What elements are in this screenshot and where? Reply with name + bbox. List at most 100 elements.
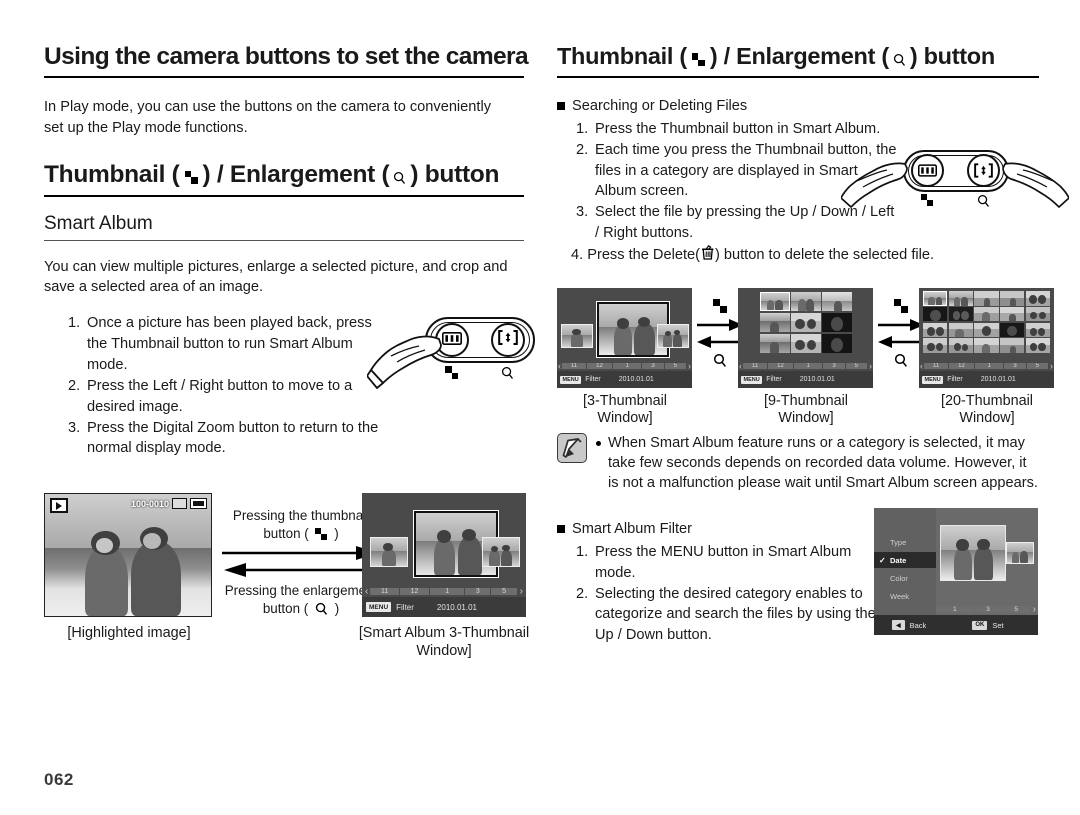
- thumbnail-cell[interactable]: [1025, 291, 1050, 306]
- thumbnail-grid-9[interactable]: [760, 292, 852, 354]
- thumbnail-cell[interactable]: [1025, 322, 1050, 338]
- list-item: 2. Selecting the desired category enable…: [576, 584, 876, 647]
- thumbnail-cell[interactable]: [974, 322, 999, 338]
- smart-album-description: You can view multiple pictures, enlarge …: [44, 259, 508, 296]
- camera-button-diagram-left: [367, 311, 539, 406]
- thumbnail-cell[interactable]: [822, 292, 852, 312]
- month-filter-bar[interactable]: ‹ 11 12 1 3 5 ›: [738, 361, 873, 371]
- filter-menu-item-type[interactable]: Type: [874, 534, 936, 550]
- menu-chip[interactable]: MENU: [560, 375, 582, 384]
- month-cell[interactable]: 5: [845, 363, 867, 370]
- thumbnail-cell[interactable]: [948, 322, 974, 338]
- next-arrow-icon[interactable]: ›: [868, 361, 873, 371]
- menu-chip[interactable]: MENU: [366, 602, 392, 613]
- month-cell[interactable]: 11: [370, 588, 399, 596]
- thumbnail-cell[interactable]: [822, 333, 852, 354]
- thumbnail-cell[interactable]: [760, 312, 790, 333]
- tele-zoom-glyph: [498, 330, 518, 350]
- filter-label: Filter: [766, 376, 782, 384]
- heading-text: Searching or Deleting Files: [572, 98, 748, 115]
- page-number: 062: [44, 770, 74, 789]
- thumbnail-cell[interactable]: [974, 291, 999, 306]
- arrow-label-top-line2: button ( ): [220, 525, 382, 542]
- thumbnail-cell[interactable]: [948, 291, 974, 306]
- thumbnail-next[interactable]: [1006, 542, 1034, 565]
- month-cell[interactable]: 1: [974, 363, 1004, 370]
- thumbnail-cell[interactable]: [923, 322, 948, 338]
- filter-menu-item-color[interactable]: Color: [874, 570, 936, 586]
- ok-chip: OK: [972, 620, 988, 630]
- month-cell[interactable]: 3: [974, 606, 1002, 614]
- set-softkey[interactable]: OK Set: [972, 620, 1004, 630]
- month-cell[interactable]: 11: [562, 363, 587, 370]
- page-title-left: Using the camera buttons to set the came…: [44, 43, 529, 79]
- thumbnail-cell[interactable]: [760, 333, 790, 354]
- next-arrow-icon[interactable]: ›: [687, 361, 692, 371]
- right-title-part-1: Thumbnail (: [557, 43, 687, 69]
- step-text: Press the Thumbnail button in Smart Albu…: [595, 120, 881, 137]
- step-number: 3.: [68, 419, 81, 436]
- month-cell[interactable]: 3: [823, 363, 845, 370]
- month-cell[interactable]: 3: [1004, 363, 1026, 370]
- thumbnail-cell[interactable]: [974, 306, 999, 322]
- month-cell[interactable]: 1: [430, 588, 465, 596]
- month-cell[interactable]: 5: [491, 588, 517, 596]
- menu-chip[interactable]: MENU: [922, 375, 944, 384]
- month-filter-bar[interactable]: 1 3 5 ›: [936, 604, 1038, 615]
- next-arrow-icon[interactable]: ›: [1031, 604, 1038, 615]
- back-softkey[interactable]: ◀ Back: [892, 620, 926, 631]
- note-pencil-icon: [557, 433, 587, 464]
- thumbnail-cell[interactable]: [923, 306, 948, 322]
- month-cell[interactable]: 12: [768, 363, 793, 370]
- steps-and-diagram-left: 1. Once a picture has been played back, …: [44, 313, 535, 463]
- step-text: Selecting the desired category enables t…: [595, 585, 876, 644]
- month-cell[interactable]: 3: [642, 363, 664, 370]
- thumbnail-cell[interactable]: [974, 338, 999, 354]
- month-cell[interactable]: 1: [936, 606, 974, 614]
- thumbnail-cell[interactable]: [791, 312, 821, 333]
- thumbnail-cell[interactable]: [999, 291, 1025, 306]
- month-cell[interactable]: 5: [1026, 363, 1048, 370]
- month-filter-bar[interactable]: ‹ 11 12 1 3 5 ›: [919, 361, 1054, 371]
- month-cell[interactable]: 12: [399, 588, 430, 596]
- month-cell[interactable]: 11: [924, 363, 949, 370]
- filter-menu-item-date[interactable]: ✓ Date: [874, 552, 936, 569]
- caption-highlighted-image: [Highlighted image]: [67, 625, 191, 642]
- thumbnail-cell[interactable]: [923, 291, 948, 306]
- filter-menu-item-week[interactable]: Week: [874, 588, 936, 604]
- transition-arrows-2: [877, 298, 925, 373]
- prev-arrow-icon[interactable]: ‹: [363, 586, 370, 597]
- thumbnail-current[interactable]: [940, 525, 1006, 582]
- smart-album-filter-block: Smart Album Filter 1. Press the MENU but…: [557, 508, 1039, 647]
- next-arrow-icon[interactable]: ›: [1049, 361, 1054, 371]
- transition-arrows-left: Pressing the thumbnail button ( ) Pressi…: [220, 507, 382, 618]
- month-cell[interactable]: 3: [465, 588, 491, 596]
- month-cell[interactable]: 1: [612, 363, 642, 370]
- month-cell[interactable]: 12: [587, 363, 612, 370]
- thumbnail-cell[interactable]: [1025, 338, 1050, 354]
- thumbnail-cell[interactable]: [760, 292, 790, 312]
- thumbnail-cell[interactable]: [948, 306, 974, 322]
- month-cell[interactable]: 1: [793, 363, 823, 370]
- menu-chip[interactable]: MENU: [741, 375, 763, 384]
- thumbnail-cell[interactable]: [999, 338, 1025, 354]
- month-filter-bar[interactable]: ‹ 11 12 1 3 5 ›: [557, 361, 692, 371]
- month-cell[interactable]: 11: [743, 363, 768, 370]
- thumbnail-grid-20[interactable]: [923, 291, 1050, 354]
- filter-item-label: Week: [890, 591, 910, 601]
- thumbnail-cell[interactable]: [822, 312, 852, 333]
- month-filter-bar[interactable]: ‹ 11 12 1 3 5 ›: [362, 586, 526, 597]
- arrow-label-top-pre: button (: [263, 525, 309, 541]
- thumbnail-cell[interactable]: [999, 322, 1025, 338]
- month-cell[interactable]: 5: [1002, 606, 1030, 614]
- thumbnail-cell[interactable]: [923, 338, 948, 354]
- thumbnail-cell[interactable]: [791, 292, 821, 312]
- thumbnail-cell[interactable]: [948, 338, 974, 354]
- month-cell[interactable]: 12: [949, 363, 974, 370]
- month-cell[interactable]: 5: [664, 363, 686, 370]
- thumbnail-cell[interactable]: [791, 333, 821, 354]
- list-item: 1. Once a picture has been played back, …: [68, 313, 388, 376]
- thumbnail-cell[interactable]: [1025, 306, 1050, 322]
- next-arrow-icon[interactable]: ›: [518, 586, 525, 597]
- thumbnail-cell[interactable]: [999, 306, 1025, 322]
